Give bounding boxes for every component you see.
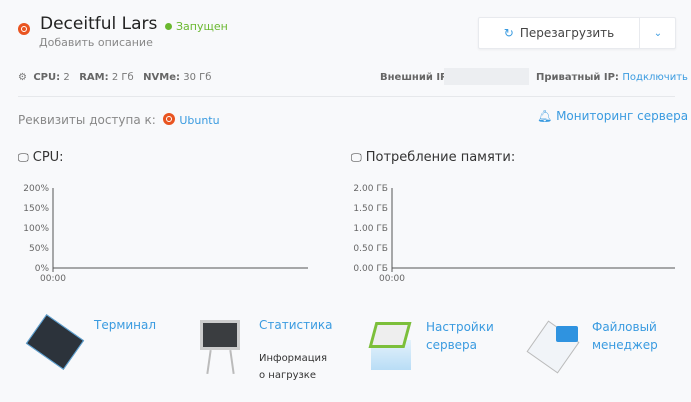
chevron-down-icon[interactable]: ⌄ [639, 18, 676, 48]
x-tick-label: 00:00 [379, 274, 405, 284]
terminal-icon[interactable] [25, 314, 85, 370]
chart-icon: 🖵︎ [351, 151, 362, 164]
note-line: Информация [259, 353, 328, 364]
y-tick-label: 0.00 ГБ [353, 264, 388, 274]
memory-title: Потребление памяти: [365, 150, 516, 165]
restart-label: Перезагрузить [519, 26, 615, 40]
server-name[interactable]: Deceitful Lars [40, 14, 157, 34]
status-dot-icon [165, 23, 172, 30]
status-text: Запущен [176, 20, 228, 33]
external-ip-value [444, 68, 529, 85]
y-tick-label: 0% [35, 264, 50, 274]
y-tick-label: 2.00 ГБ [353, 184, 388, 194]
server-settings-icon[interactable] [364, 318, 418, 374]
bell-icon: 🔔︎ [537, 109, 553, 123]
note-line: о нагрузке [259, 370, 316, 381]
label-line: Файловый [592, 320, 657, 334]
add-description-link[interactable]: Добавить описание [39, 36, 153, 49]
server-monitoring-link[interactable]: 🔔︎ Мониторинг сервера [537, 109, 688, 123]
ubuntu-icon [18, 23, 30, 35]
connect-private-ip-link[interactable]: Подключить [622, 72, 688, 83]
statistics-description: Информация о нагрузке [259, 350, 327, 384]
cpu-chart-title: 🖵︎ CPU: [18, 150, 64, 165]
y-tick-label: 200% [23, 184, 49, 194]
terminal-link[interactable]: Терминал [94, 318, 156, 332]
y-tick-label: 0.50 ГБ [353, 244, 388, 254]
ubuntu-icon [163, 113, 176, 125]
restart-button-group: ↻ Перезагрузить ⌄ [478, 17, 676, 49]
monitoring-label: Мониторинг сервера [556, 109, 689, 123]
ram-label: RAM: [79, 72, 109, 83]
disk-label: NVMe: [143, 72, 181, 83]
label-line: сервера [426, 338, 478, 352]
cpu-label: CPU: [33, 72, 61, 83]
y-tick-label: 50% [29, 244, 49, 254]
statistics-link[interactable]: Статистика [259, 318, 333, 332]
status-badge: Запущен [165, 20, 228, 33]
ram-value: 2 Гб [111, 72, 134, 83]
label-line: Настройки [426, 320, 494, 334]
refresh-icon: ↻ [503, 26, 514, 40]
label-line: менеджер [592, 338, 658, 352]
chart-icon: 🖵︎ [18, 151, 29, 164]
server-settings-link[interactable]: Настройки сервера [426, 318, 494, 354]
statistics-icon[interactable] [200, 320, 242, 378]
memory-chart: 2.00 ГБ 1.50 ГБ 1.00 ГБ 0.50 ГБ 0.00 ГБ00:00 [353, 184, 675, 284]
disk-value: 30 Гб [183, 72, 212, 83]
y-tick-label: 1.50 ГБ [353, 204, 388, 214]
private-ip-label: Приватный IP: [536, 72, 619, 83]
divider [18, 96, 675, 97]
gear-icon: ⚙ [18, 72, 27, 83]
ubuntu-credentials-link[interactable]: Ubuntu [179, 114, 219, 127]
cpu-chart: 200% 150% 100% 50% 0%00:00 [23, 184, 308, 284]
file-manager-icon[interactable] [526, 320, 582, 374]
x-tick-label: 00:00 [40, 274, 66, 284]
access-credentials: Реквизиты доступа к: Ubuntu [18, 113, 220, 127]
private-ip: Приватный IP: Подключить [536, 72, 688, 83]
restart-button[interactable]: ↻ Перезагрузить [479, 18, 639, 48]
cpu-title: CPU: [32, 150, 64, 165]
y-tick-label: 100% [23, 224, 49, 234]
y-tick-label: 1.00 ГБ [353, 224, 388, 234]
file-manager-link[interactable]: Файловый менеджер [592, 318, 658, 354]
server-specs: ⚙ CPU: 2 RAM: 2 Гб NVMe: 30 Гб [18, 72, 211, 83]
y-tick-label: 150% [23, 204, 49, 214]
external-ip-label: Внешний IP: [380, 72, 452, 83]
memory-chart-title: 🖵︎ Потребление памяти: [351, 150, 515, 165]
access-label: Реквизиты доступа к: [18, 113, 156, 127]
cpu-value: 2 [63, 72, 70, 83]
